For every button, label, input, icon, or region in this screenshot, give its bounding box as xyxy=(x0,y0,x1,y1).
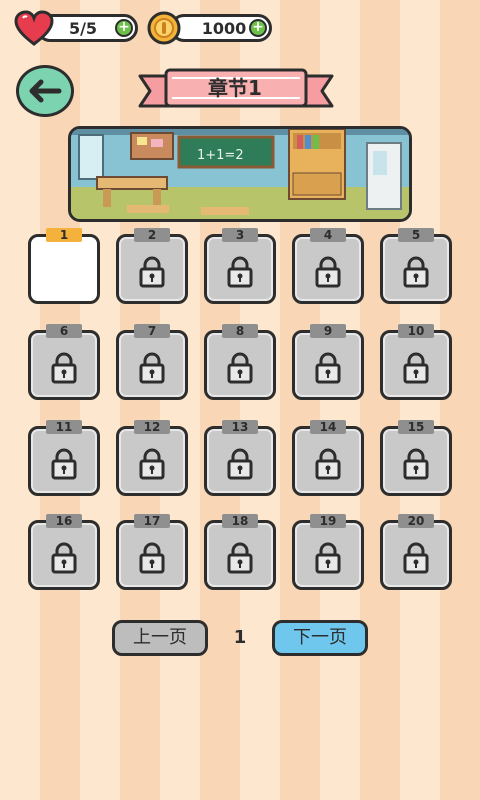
lock-icon xyxy=(51,448,77,480)
lock-icon xyxy=(139,256,165,288)
chapter-banner-image: 1+1=2 xyxy=(68,126,412,222)
level-number-tag: 11 xyxy=(46,420,82,434)
lock-icon xyxy=(227,448,253,480)
classroom-illustration: 1+1=2 xyxy=(71,129,409,219)
level-11-button[interactable]: 11 xyxy=(28,420,100,496)
level-1-button[interactable]: 1 xyxy=(28,228,100,304)
level-number-tag: 15 xyxy=(398,420,434,434)
level-2-button[interactable]: 2 xyxy=(116,228,188,304)
level-6-button[interactable]: 6 xyxy=(28,324,100,400)
lives-value: 5/5 xyxy=(68,18,98,38)
prev-page-button[interactable]: 上一页 xyxy=(112,620,208,656)
level-14-button[interactable]: 14 xyxy=(292,420,364,496)
coins-value: 1000 xyxy=(201,18,247,38)
level-number-tag: 12 xyxy=(134,420,170,434)
level-16-button[interactable]: 16 xyxy=(28,514,100,590)
lock-icon xyxy=(403,542,429,574)
level-18-button[interactable]: 18 xyxy=(204,514,276,590)
unlocked-level-card xyxy=(28,234,100,304)
lock-icon xyxy=(403,256,429,288)
level-number-tag: 18 xyxy=(222,514,258,528)
lock-icon xyxy=(403,352,429,384)
level-12-button[interactable]: 12 xyxy=(116,420,188,496)
lock-icon xyxy=(315,542,341,574)
level-number-tag: 5 xyxy=(398,228,434,242)
lock-icon xyxy=(51,352,77,384)
lock-icon xyxy=(139,448,165,480)
level-5-button[interactable]: 5 xyxy=(380,228,452,304)
add-lives-button[interactable]: + xyxy=(115,19,133,37)
back-button[interactable] xyxy=(16,65,74,117)
level-number-tag: 2 xyxy=(134,228,170,242)
level-9-button[interactable]: 9 xyxy=(292,324,364,400)
level-15-button[interactable]: 15 xyxy=(380,420,452,496)
level-number-tag: 16 xyxy=(46,514,82,528)
level-20-button[interactable]: 20 xyxy=(380,514,452,590)
page-number: 1 xyxy=(233,627,247,648)
level-number-tag: 14 xyxy=(310,420,346,434)
lock-icon xyxy=(227,352,253,384)
lock-icon xyxy=(139,352,165,384)
level-4-button[interactable]: 4 xyxy=(292,228,364,304)
lock-icon xyxy=(315,256,341,288)
level-number-tag: 10 xyxy=(398,324,434,338)
level-number-tag: 6 xyxy=(46,324,82,338)
lock-icon xyxy=(315,352,341,384)
lock-icon xyxy=(227,256,253,288)
blackboard-text: 1+1=2 xyxy=(197,148,244,163)
level-8-button[interactable]: 8 xyxy=(204,324,276,400)
level-10-button[interactable]: 10 xyxy=(380,324,452,400)
lock-icon xyxy=(139,542,165,574)
level-number-tag: 9 xyxy=(310,324,346,338)
level-17-button[interactable]: 17 xyxy=(116,514,188,590)
coins-pill: 1000 + xyxy=(170,14,272,42)
next-page-button[interactable]: 下一页 xyxy=(272,620,368,656)
lock-icon xyxy=(51,542,77,574)
level-7-button[interactable]: 7 xyxy=(116,324,188,400)
add-coins-button[interactable]: + xyxy=(249,19,267,37)
arrow-left-icon xyxy=(29,79,62,103)
level-number-tag: 13 xyxy=(222,420,258,434)
level-number-tag: 8 xyxy=(222,324,258,338)
level-number-tag: 20 xyxy=(398,514,434,528)
heart-icon xyxy=(14,10,54,46)
lock-icon xyxy=(227,542,253,574)
level-number-tag: 7 xyxy=(134,324,170,338)
level-number-tag: 3 xyxy=(222,228,258,242)
level-13-button[interactable]: 13 xyxy=(204,420,276,496)
level-19-button[interactable]: 19 xyxy=(292,514,364,590)
level-number-tag: 19 xyxy=(310,514,346,528)
lock-icon xyxy=(315,448,341,480)
level-number-tag: 4 xyxy=(310,228,346,242)
level-number-tag: 1 xyxy=(46,228,82,242)
level-3-button[interactable]: 3 xyxy=(204,228,276,304)
coin-icon xyxy=(147,11,181,45)
lock-icon xyxy=(403,448,429,480)
level-number-tag: 17 xyxy=(134,514,170,528)
chapter-title: 章节1 xyxy=(208,76,262,100)
